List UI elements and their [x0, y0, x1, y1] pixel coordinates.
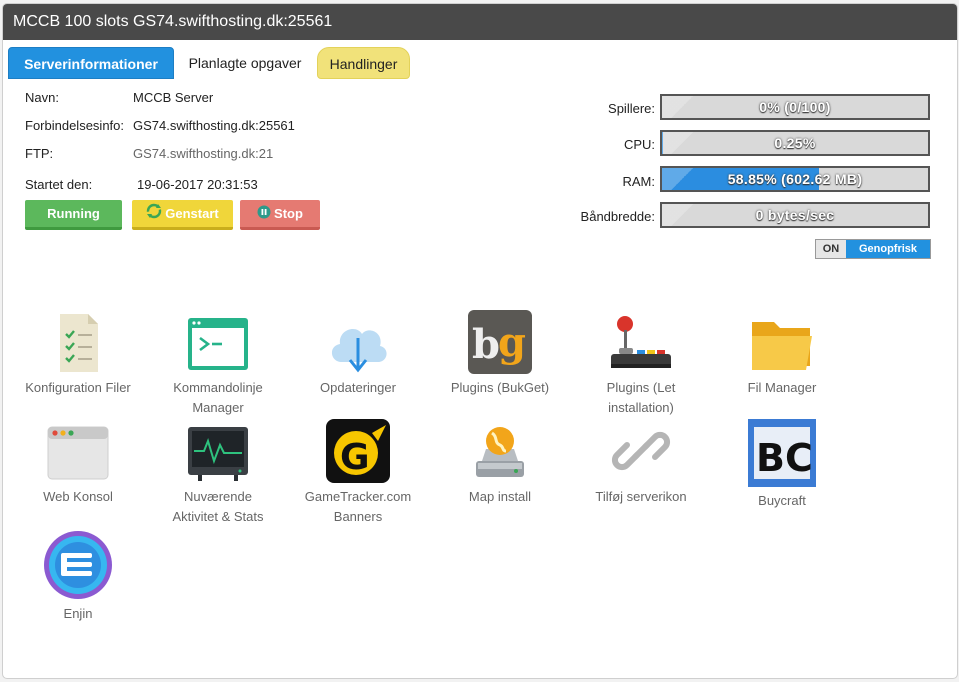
name-label: Navn: — [25, 90, 59, 105]
stop-label: Stop — [274, 206, 303, 221]
activity-monitor-icon — [186, 419, 250, 483]
svg-text:BC: BC — [756, 436, 813, 480]
tab-serverinformationer[interactable]: Serverinformationer — [8, 47, 174, 79]
bandwidth-bar: 0 bytes/sec — [660, 202, 930, 228]
bukget-icon: b g — [468, 310, 532, 374]
app-label: Plugins (BukGet) — [450, 380, 550, 395]
tab-planlagte-opgaver[interactable]: Planlagte opgaver — [174, 47, 316, 79]
cpu-label: CPU: — [623, 137, 655, 152]
app-fil-manager[interactable]: Fil Manager — [712, 310, 852, 398]
app-konfiguration-filer[interactable]: Konfiguration Filer — [8, 310, 148, 398]
app-label: GameTracker.com Banners — [304, 489, 412, 524]
app-plugins-bukget[interactable]: b g Plugins (BukGet) — [430, 310, 570, 398]
app-label: Opdateringer — [320, 380, 396, 395]
restart-label: Genstart — [165, 206, 219, 221]
panel-title: MCCB 100 slots GS74.swifthosting.dk:2556… — [3, 4, 957, 40]
map-install-icon — [468, 419, 532, 483]
app-enjin[interactable]: Enjin — [8, 530, 148, 624]
tab-bar: Serverinformationer Planlagte opgaver Ha… — [8, 47, 418, 79]
app-label: Konfiguration Filer — [25, 380, 131, 395]
app-label: Map install — [468, 489, 532, 504]
bandwidth-bar-text: 0 bytes/sec — [755, 207, 835, 223]
connection-value: GS74.swifthosting.dk:25561 — [133, 118, 295, 133]
app-plugins-let-installation[interactable]: Plugins (Let installation) — [571, 310, 711, 418]
ram-bar-text: 58.85% (602.62 MB) — [727, 171, 863, 187]
app-gametracker-banners[interactable]: G GameTracker.com Banners — [288, 419, 428, 527]
server-panel: MCCB 100 slots GS74.swifthosting.dk:2556… — [2, 3, 958, 679]
app-web-konsol[interactable]: Web Konsol — [8, 419, 148, 507]
app-label: Enjin — [63, 606, 93, 621]
ftp-value[interactable]: GS74.swifthosting.dk:21 — [133, 146, 273, 161]
connection-label: Forbindelsesinfo: — [25, 118, 124, 133]
players-bar: 0% (0/100) — [660, 94, 930, 120]
config-file-icon — [46, 310, 110, 374]
auto-refresh-toggle[interactable]: ON Genopfrisk — [815, 239, 931, 259]
started-label: Startet den: — [25, 177, 93, 192]
players-label: Spillere: — [608, 101, 655, 116]
joystick-icon — [609, 310, 673, 374]
app-tilfoej-serverikon[interactable]: Tilføj serverikon — [571, 419, 711, 507]
toggle-state: ON — [816, 240, 846, 258]
app-nuvaerende-aktivitet[interactable]: Nuværende Aktivitet & Stats — [148, 419, 288, 527]
enjin-icon — [43, 530, 113, 600]
app-label: Buycraft — [758, 493, 806, 508]
bandwidth-label: Båndbredde: — [580, 209, 655, 224]
app-map-install[interactable]: Map install — [430, 419, 570, 507]
players-bar-text: 0% (0/100) — [759, 99, 831, 115]
app-label: Web Konsol — [43, 489, 113, 504]
name-value: MCCB Server — [133, 90, 214, 105]
ftp-label: FTP: — [25, 146, 54, 161]
app-kommandolinje-manager[interactable]: Kommandolinje Manager — [148, 310, 288, 418]
refresh-icon — [146, 201, 162, 229]
pause-icon — [257, 201, 271, 229]
restart-button[interactable]: Genstart — [132, 200, 233, 230]
ram-bar: 58.85% (602.62 MB) — [660, 166, 930, 192]
folder-icon — [750, 310, 814, 374]
tab-handlinger[interactable]: Handlinger — [317, 47, 410, 79]
svg-text:G: G — [340, 437, 370, 478]
app-label: Fil Manager — [747, 380, 817, 395]
app-buycraft[interactable]: BC Buycraft — [712, 419, 852, 511]
browser-window-icon — [46, 419, 110, 483]
stop-button[interactable]: Stop — [240, 200, 320, 230]
buycraft-icon: BC — [748, 419, 816, 487]
running-label: Running — [47, 206, 100, 221]
app-label: Plugins (Let installation) — [606, 380, 676, 415]
app-label: Tilføj serverikon — [595, 489, 687, 504]
started-value: 19-06-2017 20:31:53 — [137, 177, 258, 192]
cpu-bar-text: 0.25% — [774, 135, 816, 151]
toggle-label: Genopfrisk — [846, 240, 930, 258]
terminal-icon — [186, 310, 250, 374]
gametracker-icon: G — [326, 419, 390, 483]
app-label: Nuværende Aktivitet & Stats — [172, 489, 264, 524]
app-opdateringer[interactable]: Opdateringer — [288, 310, 428, 398]
link-icon — [609, 419, 673, 483]
svg-text:g: g — [498, 319, 526, 366]
cloud-download-icon — [326, 310, 390, 374]
cpu-bar: 0.25% — [660, 130, 930, 156]
running-button[interactable]: Running — [25, 200, 122, 230]
ram-label: RAM: — [622, 174, 656, 189]
app-label: Kommandolinje Manager — [173, 380, 263, 415]
svg-text:b: b — [472, 321, 500, 368]
